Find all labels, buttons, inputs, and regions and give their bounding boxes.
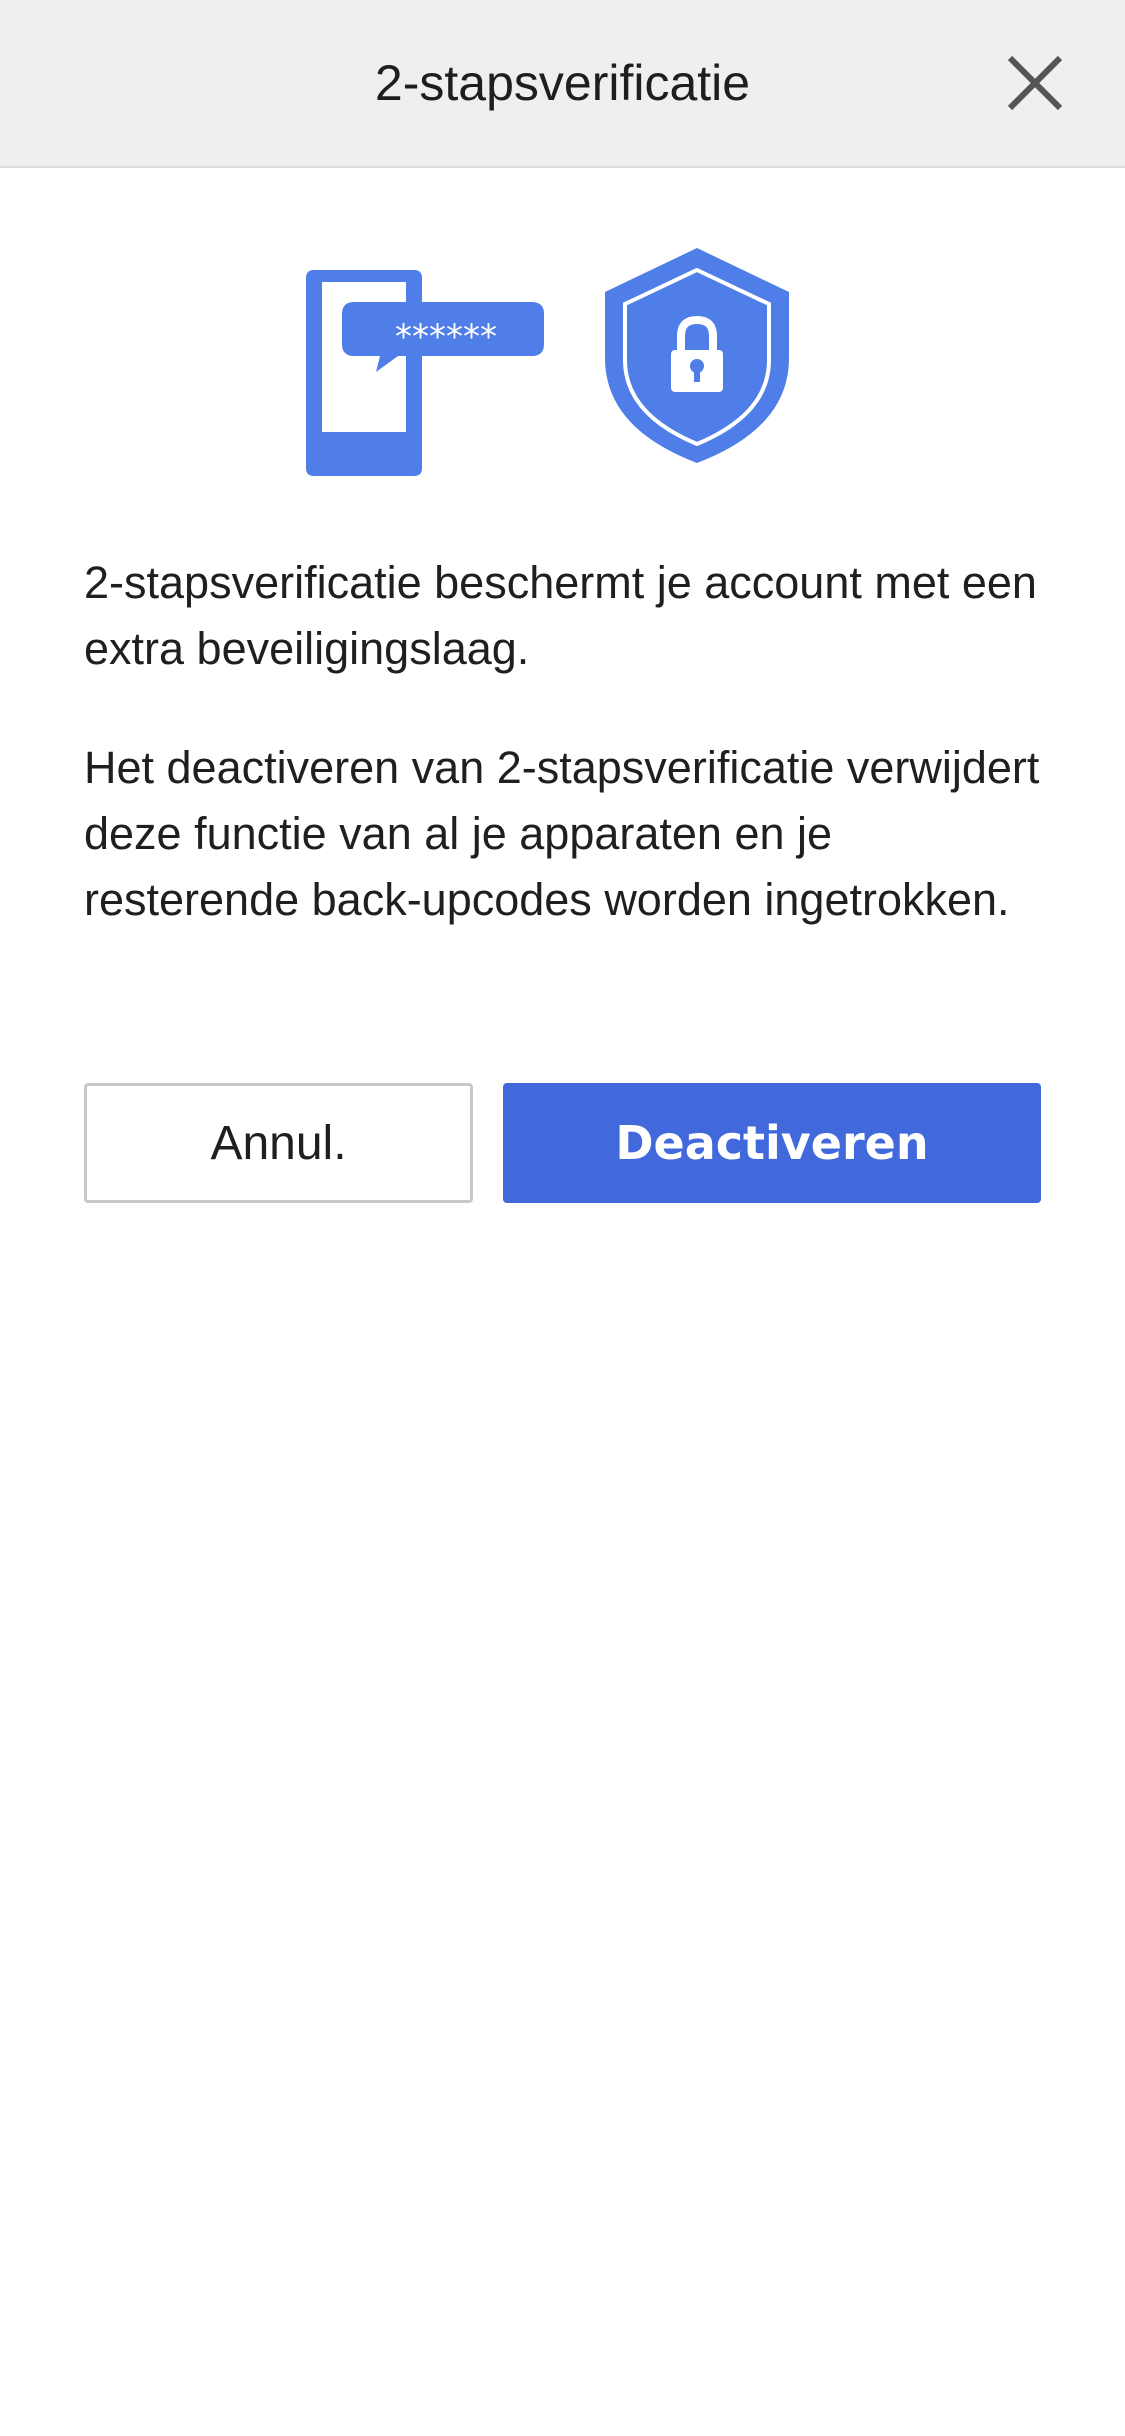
masked-code-text: ****** <box>395 317 497 357</box>
close-button[interactable] <box>990 44 1080 124</box>
dialog-header: 2-stapsverificatie <box>0 0 1125 168</box>
shield-lock-icon <box>605 248 789 463</box>
deactivate-button[interactable]: Deactiveren <box>503 1083 1041 1203</box>
two-step-illustration: ****** <box>300 240 820 480</box>
warning-paragraph: Het deactiveren van 2-stapsverificatie v… <box>84 742 1040 925</box>
description-paragraph: 2-stapsverificatie beschermt je account … <box>84 557 1037 674</box>
close-icon <box>1007 55 1063 111</box>
page-title: 2-stapsverificatie <box>374 55 751 111</box>
cancel-button[interactable]: Annul. <box>84 1083 473 1203</box>
phone-message-icon: ****** <box>306 270 544 476</box>
